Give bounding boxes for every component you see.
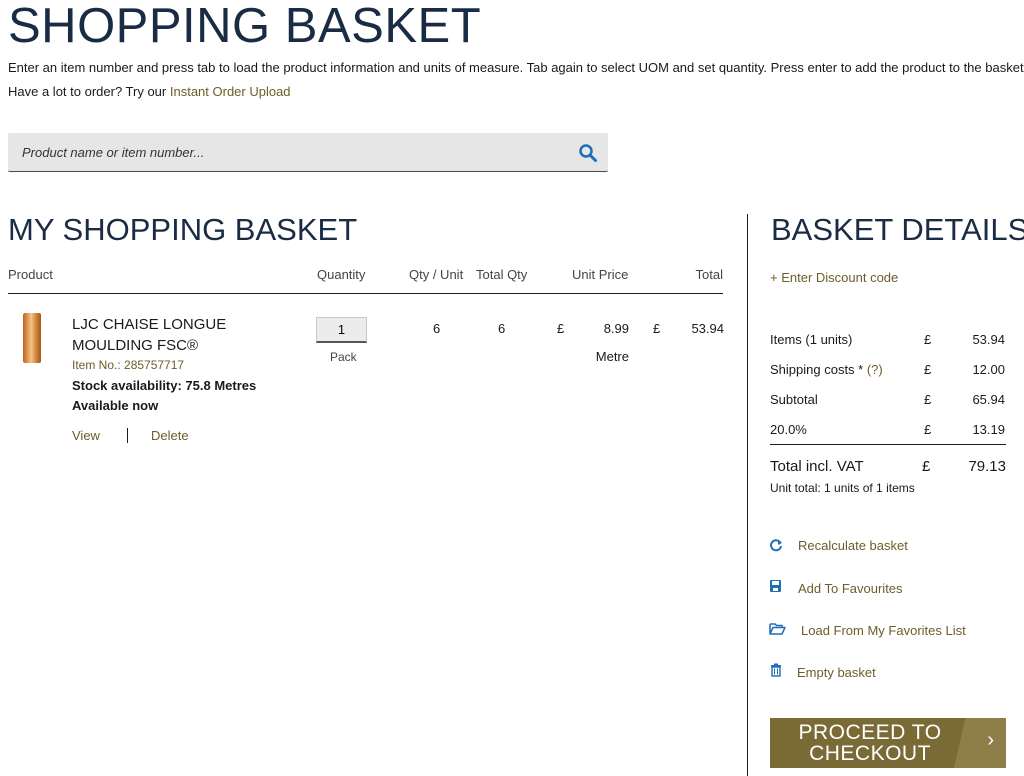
quantity-unit: Pack [330, 350, 357, 364]
trash-icon [771, 663, 781, 677]
total-value: 79.13 [968, 458, 1006, 475]
availability-status: Available now [72, 398, 159, 413]
chevron-right-icon: › [987, 729, 994, 751]
save-icon [770, 580, 781, 592]
button-accent [954, 718, 1006, 768]
refresh-icon [770, 539, 782, 552]
total-qty: 6 [498, 321, 506, 336]
stock-availability: Stock availability: 75.8 Metres [72, 378, 257, 393]
items-value: 53.94 [972, 332, 1005, 347]
items-label: Items (1 units) [770, 332, 853, 347]
link-separator [127, 428, 128, 443]
search-input[interactable] [8, 133, 582, 171]
delete-link[interactable]: Delete [151, 428, 189, 443]
shipping-label: Shipping costs * (?) [770, 362, 883, 377]
proceed-to-checkout-button[interactable]: PROCEED TO CHECKOUT › [770, 718, 1006, 768]
vat-label: 20.0% [770, 422, 807, 437]
currency-symbol: £ [653, 321, 661, 336]
col-qty-unit: Qty / Unit [409, 267, 464, 282]
upload-hint-text: Have a lot to order? Try our [8, 84, 170, 99]
page-title: SHOPPING BASKET [8, 0, 482, 53]
col-product: Product [8, 267, 53, 282]
checkout-label-line1: PROCEED TO [798, 721, 942, 744]
shipping-help-link[interactable]: (?) [867, 362, 883, 377]
instant-order-upload-link[interactable]: Instant Order Upload [170, 84, 291, 99]
unit-total: Unit total: 1 units of 1 items [770, 481, 915, 495]
col-total: Total [695, 267, 723, 282]
currency-symbol: £ [924, 422, 932, 437]
currency-symbol: £ [924, 362, 932, 377]
price-unit: Metre [595, 349, 629, 364]
checkout-label: PROCEED TO CHECKOUT [780, 722, 960, 764]
discount-code-link[interactable]: + Enter Discount code [770, 270, 898, 285]
product-name[interactable]: LJC CHAISE LONGUE MOULDING FSC® [72, 314, 292, 356]
item-number: Item No.: 285757717 [72, 358, 185, 372]
subtotal-label: Subtotal [770, 392, 818, 407]
col-unit-price: Unit Price [572, 267, 629, 282]
subtotal-value: 65.94 [972, 392, 1005, 407]
col-quantity: Quantity [317, 267, 366, 282]
currency-symbol: £ [557, 321, 565, 336]
details-title: BASKET DETAILS [771, 212, 1024, 247]
currency-symbol: £ [924, 332, 932, 347]
currency-symbol: £ [922, 458, 931, 475]
header-divider [8, 293, 723, 294]
total-divider [770, 444, 1006, 445]
qty-per-unit: 6 [433, 321, 441, 336]
line-total: 53.94 [691, 321, 724, 336]
intro-text: Enter an item number and press tab to lo… [8, 60, 1024, 75]
shipping-value: 12.00 [972, 362, 1005, 377]
add-to-favourites-label: Add To Favourites [798, 581, 903, 596]
col-total-qty: Total Qty [476, 267, 528, 282]
load-favorites-label: Load From My Favorites List [801, 623, 966, 638]
empty-basket-label: Empty basket [797, 665, 876, 680]
basket-title: MY SHOPPING BASKET [8, 212, 358, 247]
total-label: Total incl. VAT [770, 458, 864, 475]
shipping-label-text: Shipping costs * [770, 362, 867, 377]
product-thumbnail[interactable] [23, 313, 41, 363]
upload-hint: Have a lot to order? Try our Instant Ord… [8, 84, 291, 99]
recalculate-label: Recalculate basket [798, 538, 908, 553]
unit-price: 8.99 [603, 321, 629, 336]
checkout-label-line2: CHECKOUT [809, 742, 931, 765]
column-divider [747, 214, 748, 776]
currency-symbol: £ [924, 392, 932, 407]
quantity-input[interactable] [316, 317, 367, 343]
view-link[interactable]: View [72, 428, 100, 443]
basket-row: LJC CHAISE LONGUE MOULDING FSC® Item No.… [0, 300, 730, 450]
folder-open-icon [769, 623, 786, 635]
search-icon[interactable] [578, 143, 598, 163]
search-bar [8, 133, 608, 172]
vat-value: 13.19 [972, 422, 1005, 437]
